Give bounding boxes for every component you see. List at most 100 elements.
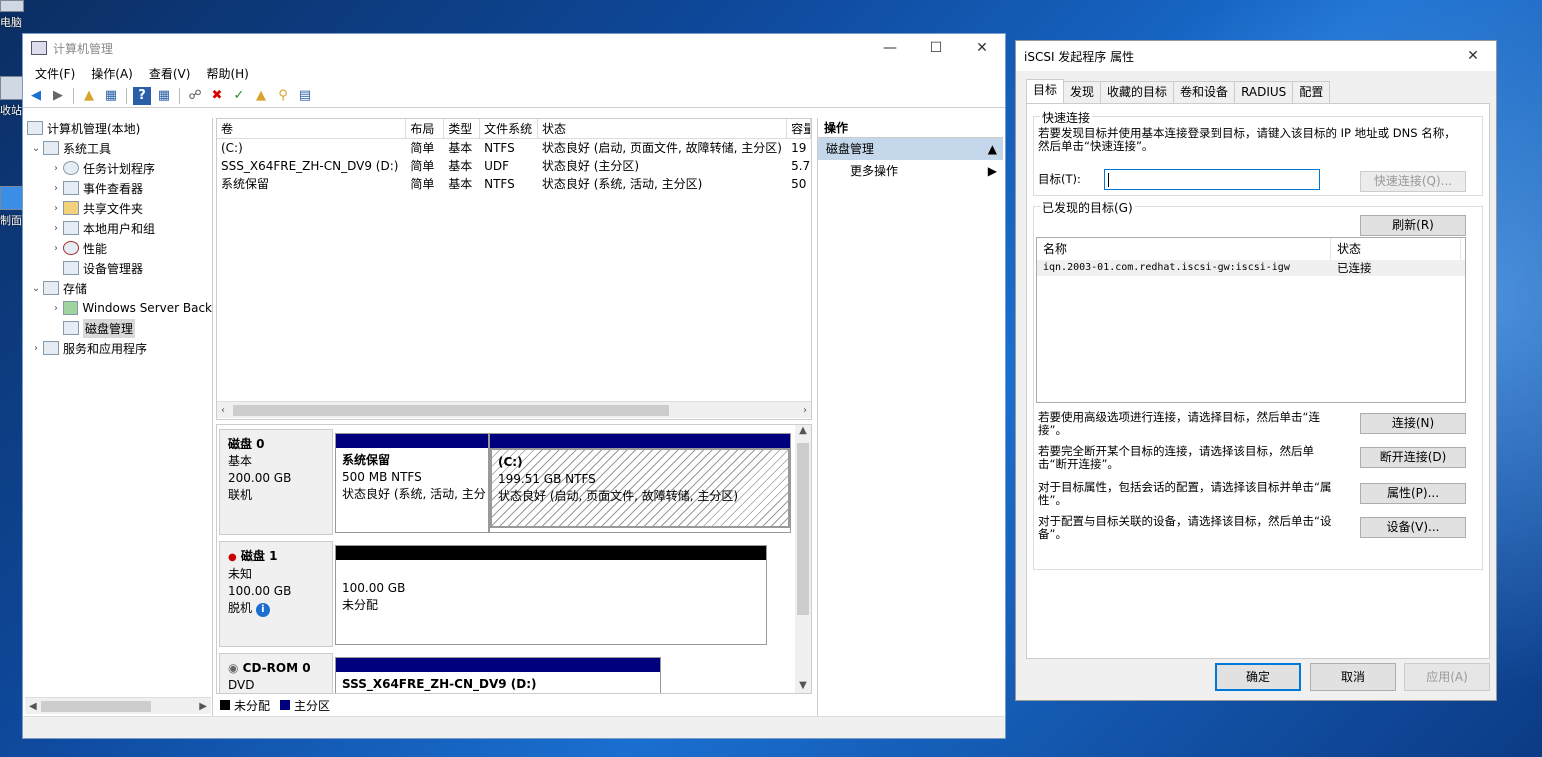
scroll-right-icon[interactable]: ▶ <box>199 701 207 712</box>
menu-help[interactable]: 帮助(H) <box>198 65 256 82</box>
properties-pane-icon[interactable]: ▦ <box>155 87 173 105</box>
cm-titlebar[interactable]: 计算机管理 — ☐ ✕ <box>23 34 1005 62</box>
tab-favorite-targets[interactable]: 收藏的目标 <box>1100 81 1175 103</box>
menu-file[interactable]: 文件(F) <box>27 65 83 82</box>
tree-item-system-tools[interactable]: ⌄ 系统工具 <box>25 138 212 158</box>
show-tree-icon[interactable]: ▦ <box>102 87 120 105</box>
chevron-down-icon[interactable]: ⌄ <box>29 283 43 294</box>
column-header-name[interactable]: 名称 <box>1037 238 1331 260</box>
tab-discovery[interactable]: 发现 <box>1063 81 1102 103</box>
connect-button[interactable]: 连接(N) <box>1360 413 1466 434</box>
column-header-capacity[interactable]: 容量 <box>787 119 812 138</box>
disk-0-label[interactable]: 磁盘 0 基本 200.00 GB 联机 <box>219 429 333 535</box>
column-header-status[interactable]: 状态 <box>538 119 788 138</box>
tab-targets[interactable]: 目标 <box>1026 79 1065 103</box>
cancel-button[interactable]: 取消 <box>1310 663 1396 691</box>
chevron-right-icon[interactable]: › <box>49 183 63 194</box>
tab-volumes-devices[interactable]: 卷和设备 <box>1173 81 1236 103</box>
disk-1-label[interactable]: ● 磁盘 1 未知 100.00 GB 脱机 i <box>219 541 333 647</box>
menu-view[interactable]: 查看(V) <box>141 65 199 82</box>
table-row[interactable]: 系统保留 简单 基本 NTFS 状态良好 (系统, 活动, 主分区) 50 <box>217 175 811 193</box>
cdrom-0-label[interactable]: ◉ CD-ROM 0 DVD <box>219 653 333 693</box>
chevron-down-icon[interactable]: ⌄ <box>29 143 43 154</box>
dialog-titlebar[interactable]: iSCSI 发起程序 属性 ✕ <box>1016 41 1496 71</box>
tree-item-windows-server-backup[interactable]: › Windows Server Back <box>25 298 212 318</box>
list-item[interactable]: iqn.2003-01.com.redhat.iscsi-gw:iscsi-ig… <box>1037 260 1465 276</box>
devices-button[interactable]: 设备(V)... <box>1360 517 1466 538</box>
partition-cdrom[interactable]: SSS_X64FRE_ZH-CN_DV9 (D:) <box>335 657 661 693</box>
scroll-thumb[interactable] <box>233 405 669 416</box>
back-arrow-icon[interactable]: ◀ <box>27 87 45 105</box>
discovered-targets-list[interactable]: 名称 状态 iqn.2003-01.com.redhat.iscsi-gw:is… <box>1036 237 1466 403</box>
disk-state: 联机 <box>228 488 253 502</box>
tree-item-services-apps[interactable]: › 服务和应用程序 <box>25 338 212 358</box>
tree-item-disk-management[interactable]: 磁盘管理 <box>25 318 212 338</box>
list-view-icon[interactable]: ▤ <box>296 87 314 105</box>
tree-item-storage[interactable]: ⌄ 存储 <box>25 278 212 298</box>
tab-configuration[interactable]: 配置 <box>1292 81 1331 103</box>
volume-capacity: 19 <box>791 141 807 155</box>
minimize-button[interactable]: — <box>867 34 913 62</box>
column-header-layout[interactable]: 布局 <box>406 119 445 138</box>
disk-vertical-scrollbar[interactable]: ▲ ▼ <box>795 425 811 693</box>
tree-item-event-viewer[interactable]: › 事件查看器 <box>25 178 212 198</box>
help-icon[interactable]: ? <box>133 86 151 105</box>
chevron-right-icon[interactable]: › <box>49 163 63 174</box>
actions-section-disk-management[interactable]: 磁盘管理 ▲ <box>818 138 1003 160</box>
info-icon[interactable]: i <box>255 603 270 617</box>
scroll-left-icon[interactable]: ‹ <box>221 405 225 416</box>
table-row[interactable]: SSS_X64FRE_ZH-CN_DV9 (D:) 简单 基本 UDF 状态良好… <box>217 157 811 175</box>
scroll-left-icon[interactable]: ◀ <box>29 701 37 712</box>
column-header-type[interactable]: 类型 <box>444 119 481 138</box>
list-header: 名称 状态 <box>1037 238 1465 260</box>
partition-unallocated[interactable]: 100.00 GB 未分配 <box>335 545 767 645</box>
column-header-status[interactable]: 状态 <box>1331 238 1461 260</box>
target-input[interactable] <box>1104 169 1320 190</box>
tree-item-device-manager[interactable]: 设备管理器 <box>25 258 212 278</box>
delete-icon[interactable]: ✖ <box>208 87 226 105</box>
export-icon[interactable]: ▲ <box>252 87 270 105</box>
tree-item-performance[interactable]: › 性能 <box>25 238 212 258</box>
connect-drive-icon[interactable]: ☍ <box>186 87 204 105</box>
tree-item-computer-management[interactable]: 计算机管理(本地) <box>25 118 212 138</box>
scroll-down-icon[interactable]: ▼ <box>795 680 811 691</box>
quick-connect-button[interactable]: 快速连接(Q)... <box>1360 171 1466 192</box>
partition-c[interactable]: (C:) 199.51 GB NTFS 状态良好 (启动, 页面文件, 故障转储… <box>489 433 791 533</box>
chevron-right-icon[interactable]: › <box>49 243 63 254</box>
disconnect-button[interactable]: 断开连接(D) <box>1360 447 1466 468</box>
close-button[interactable]: ✕ <box>959 34 1005 62</box>
volume-horizontal-scrollbar[interactable]: ‹ › <box>217 401 811 418</box>
scroll-right-icon[interactable]: › <box>803 405 807 416</box>
desktop-icon-computer[interactable]: 电脑 <box>0 0 26 30</box>
maximize-button[interactable]: ☐ <box>913 34 959 62</box>
partition-system-reserved[interactable]: 系统保留 500 MB NTFS 状态良好 (系统, 活动, 主分 <box>335 433 489 533</box>
dialog-close-button[interactable]: ✕ <box>1450 42 1496 70</box>
scroll-up-icon[interactable]: ▲ <box>795 425 811 436</box>
action-more-actions[interactable]: 更多操作 ▶ <box>818 160 1003 182</box>
scroll-thumb[interactable] <box>797 443 809 615</box>
volume-name: SSS_X64FRE_ZH-CN_DV9 (D:) <box>221 159 399 173</box>
search-folder-icon[interactable]: ⚲ <box>274 87 292 105</box>
chevron-right-icon[interactable]: › <box>49 203 63 214</box>
column-header-volume[interactable]: 卷 <box>217 119 407 138</box>
tree-item-task-scheduler[interactable]: › 任务计划程序 <box>25 158 212 178</box>
tree-item-local-users[interactable]: › 本地用户和组 <box>25 218 212 238</box>
ok-button[interactable]: 确定 <box>1215 663 1301 691</box>
tab-radius[interactable]: RADIUS <box>1234 81 1294 103</box>
table-row[interactable]: (C:) 简单 基本 NTFS 状态良好 (启动, 页面文件, 故障转储, 主分… <box>217 139 811 157</box>
refresh-button[interactable]: 刷新(R) <box>1360 215 1466 236</box>
menu-action[interactable]: 操作(A) <box>83 65 141 82</box>
chevron-right-icon[interactable]: › <box>29 343 43 354</box>
column-header-filesystem[interactable]: 文件系统 <box>480 119 538 138</box>
scroll-thumb[interactable] <box>41 701 151 712</box>
up-folder-icon[interactable]: ▲ <box>80 87 98 105</box>
check-icon[interactable]: ✓ <box>230 87 248 105</box>
forward-arrow-icon[interactable]: ▶ <box>49 87 67 105</box>
chevron-right-icon[interactable]: › <box>49 303 63 314</box>
properties-button[interactable]: 属性(P)... <box>1360 483 1466 504</box>
collapse-up-icon[interactable]: ▲ <box>988 138 997 160</box>
tree-horizontal-scrollbar[interactable]: ◀ ▶ <box>25 697 211 714</box>
tree-item-shared-folders[interactable]: › 共享文件夹 <box>25 198 212 218</box>
apply-button[interactable]: 应用(A) <box>1404 663 1490 691</box>
chevron-right-icon[interactable]: › <box>49 223 63 234</box>
